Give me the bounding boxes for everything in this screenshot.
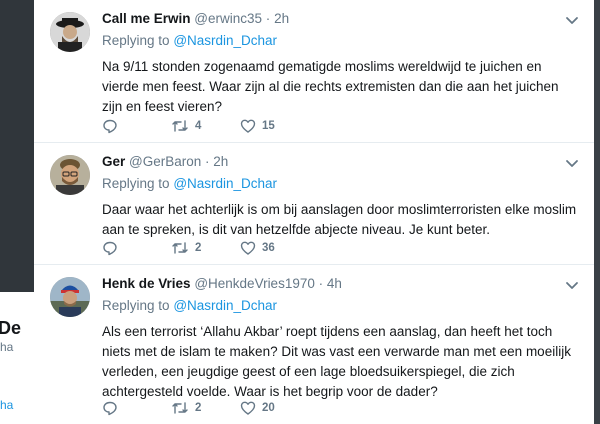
tweet-header: Call me Erwin @erwinc35 · 2h <box>102 10 580 28</box>
avatar-erwin-image <box>50 12 90 52</box>
replying-to-label: Replying to <box>102 176 170 191</box>
timestamp[interactable]: 4h <box>327 276 342 291</box>
separator: · <box>265 11 271 26</box>
retweet-button[interactable]: 4 <box>171 118 240 134</box>
tweet-3[interactable]: Henk de Vries @HenkdeVries1970 · 4h Repl… <box>34 265 594 424</box>
tweet-text: Na 9/11 stonden zogenaamd gematigde mosl… <box>102 59 559 114</box>
reply-thread: Call me Erwin @erwinc35 · 2h Replying to… <box>34 0 594 424</box>
chevron-down-icon[interactable] <box>564 12 580 28</box>
chevron-down-icon[interactable] <box>564 155 580 171</box>
retweet-icon <box>172 402 188 414</box>
background-card-link[interactable]: ha <box>0 398 13 412</box>
heart-icon <box>240 401 256 415</box>
like-count: 15 <box>262 120 275 132</box>
like-count: 20 <box>262 402 275 414</box>
replying-to-handle[interactable]: @Nasrdin_Dchar <box>173 298 277 313</box>
background-card-title: De <box>0 318 22 338</box>
separator: · <box>205 154 210 169</box>
author-handle[interactable]: @erwinc35 <box>194 11 262 26</box>
separator: · <box>318 276 324 291</box>
retweet-count: 2 <box>195 242 202 254</box>
replying-to-handle[interactable]: @Nasrdin_Dchar <box>173 33 277 48</box>
timestamp[interactable]: 2h <box>274 11 289 26</box>
replying-to-handle[interactable]: @Nasrdin_Dchar <box>173 176 277 191</box>
author-handle[interactable]: @HenkdeVries1970 <box>194 276 315 291</box>
retweet-icon <box>172 120 188 132</box>
replying-to: Replying to @Nasrdin_Dchar <box>102 32 580 50</box>
replying-to: Replying to @Nasrdin_Dchar <box>102 175 580 193</box>
tweet-actions: 2 20 <box>102 399 309 417</box>
reply-button[interactable] <box>102 240 171 256</box>
replying-to-label: Replying to <box>102 298 170 313</box>
tweet-actions: 2 36 <box>102 239 309 257</box>
heart-icon <box>240 119 256 133</box>
author-name[interactable]: Ger <box>102 154 125 169</box>
like-button[interactable]: 36 <box>240 240 309 256</box>
tweet-content: Ger @GerBaron · 2h Replying to @Nasrdin_… <box>102 153 580 240</box>
retweet-count: 4 <box>195 120 202 132</box>
retweet-count: 2 <box>195 402 202 414</box>
tweet-1[interactable]: Call me Erwin @erwinc35 · 2h Replying to… <box>34 0 594 143</box>
reply-icon <box>103 119 117 134</box>
timestamp[interactable]: 2h <box>213 154 228 169</box>
replying-to: Replying to @Nasrdin_Dchar <box>102 297 580 315</box>
author-name[interactable]: Call me Erwin <box>102 11 191 26</box>
reply-button[interactable] <box>102 400 171 416</box>
chevron-down-icon[interactable] <box>564 277 580 293</box>
avatar[interactable] <box>50 155 90 195</box>
tweet-content: Call me Erwin @erwinc35 · 2h Replying to… <box>102 10 580 117</box>
tweet-text: Als een terrorist ‘Allahu Akbar’ roept t… <box>102 324 571 399</box>
retweet-button[interactable]: 2 <box>171 240 240 256</box>
tweet-content: Henk de Vries @HenkdeVries1970 · 4h Repl… <box>102 275 580 402</box>
background-card-subtitle: ha <box>0 340 14 354</box>
retweet-button[interactable]: 2 <box>171 400 240 416</box>
avatar[interactable] <box>50 277 90 317</box>
replying-to-label: Replying to <box>102 33 170 48</box>
reply-icon <box>103 241 117 256</box>
tweet-header: Henk de Vries @HenkdeVries1970 · 4h <box>102 275 580 293</box>
like-count: 36 <box>262 242 275 254</box>
tweet-2[interactable]: Ger @GerBaron · 2h Replying to @Nasrdin_… <box>34 143 594 265</box>
heart-icon <box>240 241 256 255</box>
tweet-header: Ger @GerBaron · 2h <box>102 153 580 171</box>
tweet-actions: 4 15 <box>102 117 309 135</box>
like-button[interactable]: 15 <box>240 118 309 134</box>
like-button[interactable]: 20 <box>240 400 309 416</box>
reply-button[interactable] <box>102 118 171 134</box>
author-handle[interactable]: @GerBaron <box>129 154 201 169</box>
avatar[interactable] <box>50 12 90 52</box>
avatar-ger-image <box>50 155 90 195</box>
reply-icon <box>103 401 117 416</box>
right-backdrop-edge <box>594 0 600 424</box>
avatar-henk-image <box>50 277 90 317</box>
tweet-text: Daar waar het achterlijk is om bij aansl… <box>102 202 577 237</box>
author-name[interactable]: Henk de Vries <box>102 276 191 291</box>
retweet-icon <box>172 242 188 254</box>
